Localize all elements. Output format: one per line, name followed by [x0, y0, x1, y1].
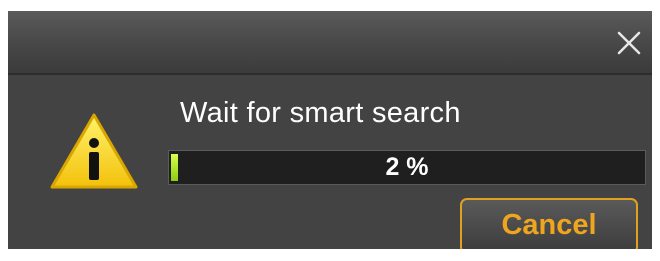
- dialog-titlebar: [8, 11, 652, 75]
- progress-label: 2 %: [385, 153, 429, 181]
- close-icon: [617, 31, 641, 55]
- smart-search-dialog: Wait for smart search 2 % Cancel: [8, 11, 652, 249]
- progress-bar: 2 %: [168, 150, 646, 185]
- cancel-button[interactable]: Cancel: [460, 198, 638, 249]
- close-button[interactable]: [608, 23, 648, 63]
- status-message: Wait for smart search: [180, 97, 461, 129]
- warning-icon: [48, 111, 140, 193]
